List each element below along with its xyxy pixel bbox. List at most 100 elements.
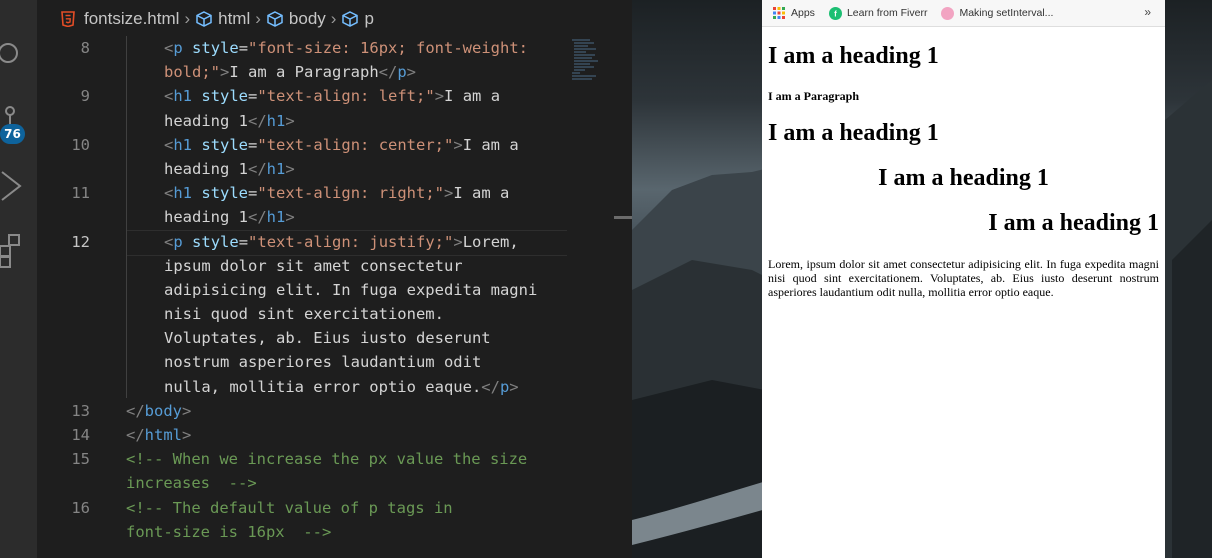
code-text: heading 1</h1> [164,109,295,133]
code-token: html [144,426,182,444]
code-line[interactable]: heading 1</h1> [37,205,632,229]
code-line[interactable]: 11 <h1 style="text-align: right;">I am a [37,181,632,205]
code-line[interactable]: adipisicing elit. In fuga expedita magni [37,278,632,302]
line-number: 12 [71,232,90,251]
code-editor[interactable]: fontsize.html › html › body › p 8 <p styl… [37,0,632,558]
code-token: < [164,87,174,106]
code-line[interactable]: heading 1</h1> [37,109,632,133]
code-token: increases --> [126,474,257,493]
code-line[interactable]: bold;">I am a Paragraph</p> [37,60,632,84]
breadcrumb-label: body [288,8,326,28]
code-line[interactable]: 14 </html> [37,423,632,447]
code-token: p [397,63,407,82]
site-favicon-icon [941,6,955,20]
code-line[interactable]: 16 <!-- The default value of p tags in [37,496,632,520]
code-line[interactable]: 9 <h1 style="text-align: left;">I am a [37,84,632,108]
code-text: <p style="font-size: 16px; font-weight: [164,36,528,60]
breadcrumb-item-p[interactable]: p [341,9,374,29]
code-token: font-size is 16px --> [126,522,332,541]
code-line[interactable]: 15 <!-- When we increase the px value the… [37,447,632,471]
code-line[interactable]: 13 </body> [37,399,632,423]
code-text: <h1 style="text-align: left;">I am a [164,84,500,108]
breadcrumb: fontsize.html › html › body › p [37,0,632,37]
bookmark-fiverr[interactable]: f Learn from Fiverr [828,6,928,20]
chevron-right-icon: › [330,8,337,28]
code-token: "text-align: center;" [257,135,454,154]
code-token: > [220,63,230,82]
code-line[interactable]: 8 <p style="font-size: 16px; font-weight: [37,36,632,60]
code-text: </html> [126,423,191,447]
code-line[interactable]: 12 <p style="text-align: justify;">Lorem, [37,230,632,254]
code-token: "font-size: 16px; font-weight: [248,39,529,57]
code-token: ipsum dolor sit amet consectetur [164,256,463,275]
bookmarks-overflow-button[interactable]: » [1144,5,1151,19]
element-cube-icon [267,10,283,27]
code-line[interactable]: ipsum dolor sit amet consectetur [37,254,632,278]
code-token: bold;" [164,63,220,82]
code-token: heading 1 [164,111,248,130]
code-text: <!-- The default value of p tags in [126,496,453,520]
line-number: 13 [71,401,90,420]
code-token: nostrum asperiores laudantium odit [164,353,482,372]
extensions-icon[interactable] [0,232,25,270]
breadcrumb-item-html[interactable]: html [195,9,250,29]
code-token: "text-align: left;" [257,87,435,106]
search-icon[interactable] [0,40,25,68]
code-token: I am a Paragraph [229,63,379,82]
code-line[interactable]: nulla, mollitia error optio eaque.</p> [37,375,632,399]
code-token: Voluptates, ab. Eius iusto deserunt [164,329,491,348]
line-number: 16 [71,498,90,517]
scrollbar-marker[interactable] [614,216,632,219]
minimap[interactable] [570,38,600,82]
bookmark-setinterval[interactable]: Making setInterval... [941,6,1053,20]
code-token: style [201,135,249,154]
code-token: style [201,184,249,203]
activity-bar: 76 [0,0,37,558]
code-text: <!-- When we increase the px value the s… [126,447,527,471]
code-text: <p style="text-align: justify;">Lorem, [164,230,519,254]
code-token: </ [248,111,267,130]
code-line[interactable]: increases --> [37,471,632,495]
code-token: nisi quod sint exercitationem. [164,305,444,324]
code-text: ipsum dolor sit amet consectetur [164,254,463,278]
heading-right: I am a heading 1 [988,210,1159,236]
code-token: < [164,232,174,251]
code-token: <!-- When we increase the px value the s… [126,450,528,469]
code-token: > [453,135,463,154]
code-token: </ [481,377,500,396]
code-line[interactable]: Voluptates, ab. Eius iusto deserunt [37,326,632,350]
line-number: 9 [80,87,90,106]
code-token: h1 [266,159,286,178]
code-token: body [144,401,182,420]
code-token: heading 1 [164,159,248,178]
code-text: adipisicing elit. In fuga expedita magni [164,278,537,302]
code-token: > [285,208,295,227]
code-token: > [434,87,445,106]
code-token: </ [126,426,145,444]
bookmark-apps[interactable]: Apps [772,6,815,20]
element-cube-icon [342,10,359,27]
code-line[interactable]: heading 1</h1> [37,157,632,181]
code-token: I am a [444,87,501,106]
code-token: h1 [173,184,193,203]
code-line[interactable]: font-size is 16px --> [37,520,632,544]
source-control-badge: 76 [0,124,25,144]
code-token: I am a [453,184,510,203]
code-token: < [164,135,174,154]
code-token: > [182,426,192,444]
code-token: heading 1 [164,208,248,227]
run-debug-icon[interactable] [0,170,25,202]
code-line[interactable]: nisi quod sint exercitationem. [37,302,632,326]
bookmark-label: Learn from Fiverr [846,7,928,19]
code-area[interactable]: 8 <p style="font-size: 16px; font-weight:… [37,36,632,544]
code-text: nisi quod sint exercitationem. [164,302,444,326]
code-text: font-size is 16px --> [126,520,331,544]
code-line[interactable]: 10 <h1 style="text-align: center;">I am a [37,133,632,157]
chevron-right-icon: › [184,8,191,28]
code-line[interactable]: nostrum asperiores laudantium odit [37,350,632,374]
code-token: > [444,184,454,203]
code-token: > [406,63,417,82]
breadcrumb-item-body[interactable]: body [266,9,326,29]
breadcrumb-file[interactable]: fontsize.html [84,9,179,29]
